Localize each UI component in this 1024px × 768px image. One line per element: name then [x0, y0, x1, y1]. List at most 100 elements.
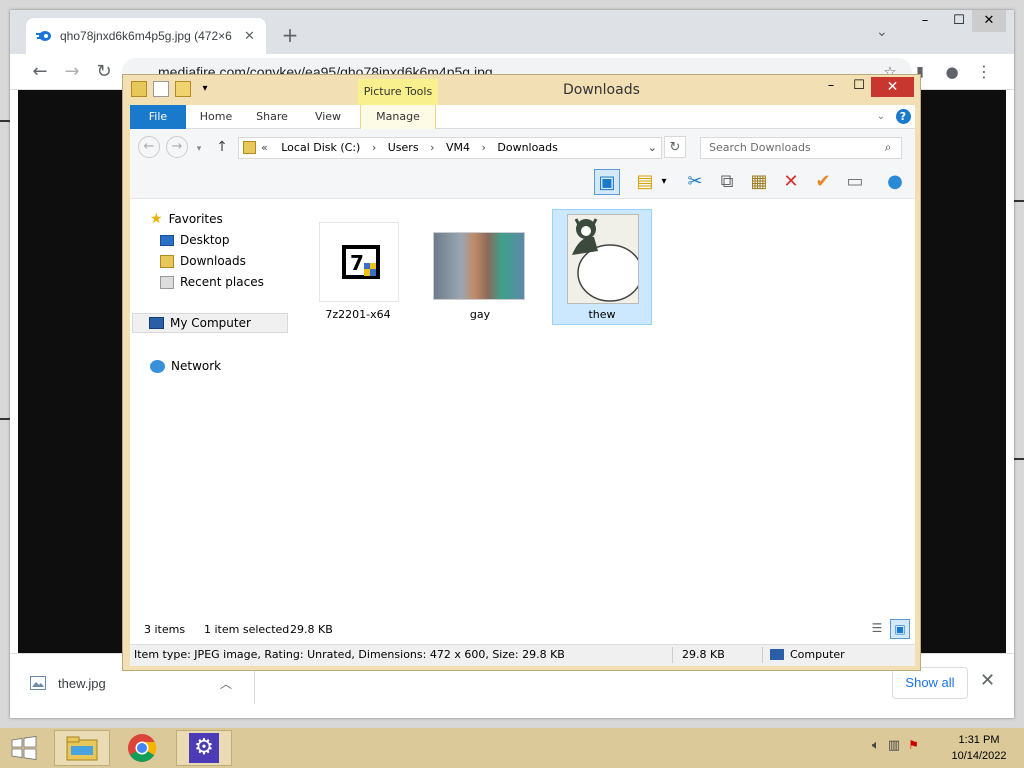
show-all-button[interactable]: Show all — [892, 667, 968, 699]
chevron-down-icon[interactable]: ▾ — [658, 169, 670, 195]
selection-count: 1 item selected — [204, 623, 290, 636]
recent-locations-chevron-icon[interactable]: ▾ — [192, 137, 206, 161]
new-tab-button[interactable]: + — [278, 24, 302, 46]
folder-icon[interactable] — [131, 81, 147, 97]
menu-kebab-icon[interactable]: ⋮ — [972, 60, 996, 84]
tab-view[interactable]: View — [306, 105, 350, 129]
help-icon[interactable]: ? — [894, 105, 912, 129]
file-item[interactable]: thew — [552, 209, 652, 325]
nav-recent-places[interactable]: Recent places — [160, 272, 264, 292]
copy-icon[interactable]: ⧉ — [714, 169, 740, 195]
status-bar: 3 items 1 item selected 29.8 KB ☰ ▣ — [130, 617, 915, 643]
clock-date: 10/14/2022 — [951, 750, 1007, 762]
folder-options-icon[interactable]: ▤ — [632, 169, 658, 195]
image-file-icon — [30, 676, 46, 690]
taskbar-file-explorer[interactable] — [54, 730, 110, 766]
nav-desktop[interactable]: Desktop — [160, 230, 230, 250]
nav-favorites[interactable]: ★ Favorites — [150, 209, 223, 229]
tab-manage[interactable]: Manage — [360, 105, 436, 129]
selection-size: 29.8 KB — [290, 623, 333, 636]
close-button[interactable]: ✕ — [972, 10, 1006, 32]
file-item[interactable]: 7 7z2201-x64 — [308, 209, 408, 325]
start-button[interactable] — [0, 730, 48, 766]
preview-pane-icon[interactable]: ▣ — [594, 169, 620, 195]
chevron-up-icon[interactable]: ︿ — [220, 675, 232, 692]
breadcrumb-item[interactable]: Users — [388, 141, 419, 154]
download-filename: thew.jpg — [58, 675, 106, 691]
breadcrumb-item[interactable]: VM4 — [446, 141, 470, 154]
up-arrow-icon[interactable]: ↑ — [210, 135, 234, 159]
downloads-folder-icon — [160, 254, 174, 268]
taskbar-settings[interactable]: ⚙ — [176, 730, 232, 766]
profile-avatar-icon[interactable]: ● — [940, 60, 964, 84]
refresh-icon[interactable]: ↻ — [664, 136, 686, 158]
delete-icon[interactable]: ✕ — [778, 169, 804, 195]
maximize-button[interactable]: ☐ — [942, 10, 976, 32]
back-arrow-icon[interactable]: ← — [28, 60, 52, 84]
paste-icon[interactable]: ▦ — [746, 169, 772, 195]
rename-icon[interactable]: ▭ — [842, 169, 868, 195]
nav-downloads[interactable]: Downloads — [160, 251, 246, 271]
tab-close-icon[interactable]: ✕ — [244, 29, 255, 44]
file-name: gay — [469, 308, 491, 321]
new-folder-icon[interactable] — [175, 81, 191, 97]
network-status-icon[interactable]: ▥ — [888, 738, 900, 753]
tab-file[interactable]: File — [130, 105, 186, 129]
ribbon-tabs: File Home Share View Manage ⌄ ? — [130, 105, 915, 129]
large-icons-view-icon[interactable]: ▣ — [890, 619, 910, 639]
desktop-icon — [160, 234, 174, 246]
address-dropdown-chevron-icon[interactable]: ⌄ — [648, 138, 657, 158]
address-row: ← → ▾ ↑ « Local Disk (C:) › Users › VM4 … — [130, 129, 915, 165]
breadcrumb-item[interactable]: Downloads — [497, 141, 557, 154]
explorer-window: ▾ Picture Tools Downloads – ☐ ✕ File Hom… — [122, 74, 921, 671]
breadcrumb-separator-icon: › — [371, 141, 377, 154]
chevron-down-icon[interactable]: ▾ — [197, 81, 213, 97]
taskbar-chrome[interactable] — [114, 730, 170, 766]
reload-icon[interactable]: ↻ — [92, 60, 116, 84]
check-icon[interactable]: ✔ — [810, 169, 836, 195]
properties-icon[interactable] — [153, 81, 169, 97]
details-view-icon[interactable]: ☰ — [868, 621, 886, 637]
explorer-close-button[interactable]: ✕ — [871, 77, 914, 97]
download-item[interactable]: thew.jpg ︿ — [30, 668, 254, 698]
tab-title: qho78jnxd6k6m4p5g.jpg (472×6 — [60, 29, 232, 43]
tab-search-chevron-icon[interactable]: ⌄ — [876, 24, 888, 40]
nav-label: Network — [171, 359, 222, 373]
close-download-shelf-icon[interactable]: ✕ — [980, 670, 995, 691]
nav-network[interactable]: Network — [150, 356, 221, 376]
item-count: 3 items — [144, 623, 186, 636]
search-input[interactable]: Search Downloads — [700, 137, 902, 159]
explorer-minimize-button[interactable]: – — [817, 77, 845, 97]
tab-share[interactable]: Share — [250, 105, 294, 129]
clock[interactable]: 1:31 PM 10/14/2022 — [940, 732, 1018, 764]
file-name: thew — [588, 308, 616, 321]
tab-home[interactable]: Home — [194, 105, 238, 129]
volume-muted-icon[interactable]: 🔈︎ — [872, 738, 880, 753]
window-title: Downloads — [563, 82, 640, 98]
nav-label: Favorites — [168, 212, 223, 226]
windows-logo-icon — [11, 736, 37, 760]
navigation-pane: ★ Favorites Desktop Downloads Recent pla… — [130, 199, 290, 617]
cut-icon[interactable]: ✂ — [682, 169, 708, 195]
explorer-titlebar[interactable]: ▾ Picture Tools Downloads – ☐ ✕ — [123, 75, 920, 105]
explorer-body: File Home Share View Manage ⌄ ? ← → ▾ ↑ … — [130, 105, 915, 666]
explorer-back-icon[interactable]: ← — [138, 136, 160, 158]
breadcrumb-prefix: « — [261, 141, 268, 154]
ribbon-expand-chevron-icon[interactable]: ⌄ — [874, 105, 888, 129]
photo-thumbnail — [433, 232, 525, 300]
explorer-maximize-button[interactable]: ☐ — [845, 77, 873, 97]
nav-my-computer[interactable]: My Computer — [132, 313, 288, 333]
file-item[interactable]: gay — [430, 209, 530, 325]
clock-time: 1:31 PM — [958, 734, 1000, 746]
browser-tab[interactable]: qho78jnxd6k6m4p5g.jpg (472×6 ✕ — [26, 18, 266, 54]
globe-icon[interactable]: ● — [882, 169, 908, 195]
forward-arrow-icon[interactable]: → — [60, 60, 84, 84]
explorer-forward-icon[interactable]: → — [166, 136, 188, 158]
details-size: 29.8 KB — [682, 648, 725, 661]
address-breadcrumb[interactable]: « Local Disk (C:) › Users › VM4 › Downlo… — [238, 137, 662, 159]
picture-tools-label: Picture Tools — [358, 79, 438, 105]
action-center-alert-icon[interactable]: ⚑ — [908, 738, 919, 753]
details-divider — [762, 647, 763, 663]
minimize-button[interactable]: – — [908, 10, 942, 32]
breadcrumb-item[interactable]: Local Disk (C:) — [281, 141, 360, 154]
